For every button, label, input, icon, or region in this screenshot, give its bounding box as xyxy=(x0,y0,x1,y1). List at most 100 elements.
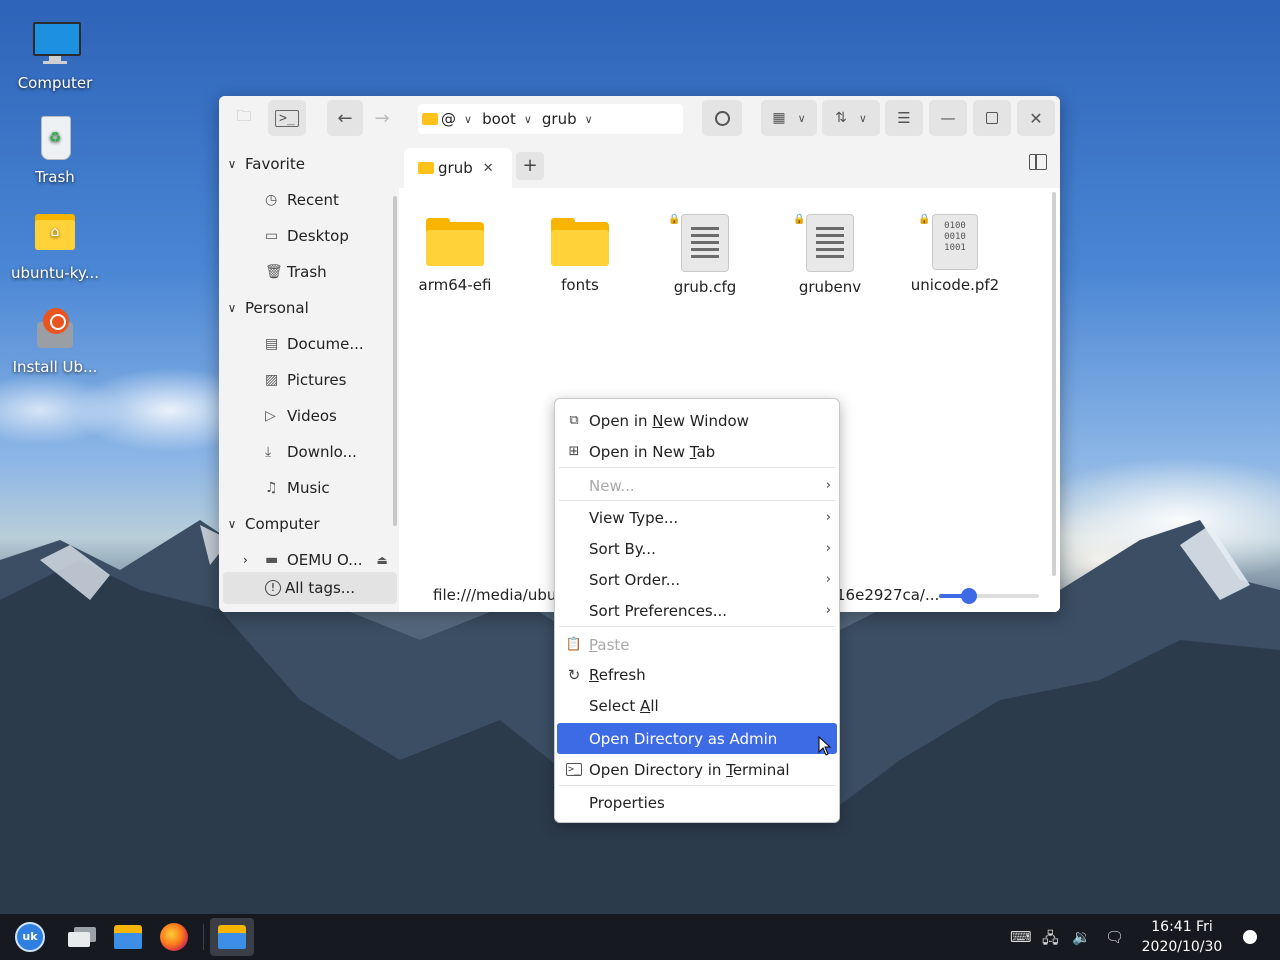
desktop-icon-installer[interactable]: Install Ub... xyxy=(0,304,110,376)
menu-item-open-in-terminal[interactable]: >_ Open Directory in Terminal xyxy=(557,754,837,785)
breadcrumb-label: @ xyxy=(441,110,456,128)
breadcrumb-label: grub xyxy=(541,110,577,128)
menu-item-open-new-tab[interactable]: ⊞ Open in New Tab xyxy=(557,436,837,467)
location-bar[interactable]: @ ∨ boot ∨ grub ∨ xyxy=(418,104,683,134)
tab-grub[interactable]: grub ✕ xyxy=(404,148,512,188)
menu-item-open-new-window[interactable]: ⧉ Open in New Window xyxy=(557,405,837,436)
text-file-icon xyxy=(681,214,729,272)
taskbar-files-launcher[interactable] xyxy=(108,918,148,956)
menu-item-label: Sort Order... xyxy=(589,570,681,589)
sidebar-item-desktop[interactable]: ▭ Desktop xyxy=(219,220,397,252)
back-button[interactable]: ← xyxy=(327,100,363,136)
file-manager-icon xyxy=(218,925,246,949)
close-tab-icon[interactable]: ✕ xyxy=(483,161,494,176)
sidebar-item-music[interactable]: ♫ Music xyxy=(219,472,397,504)
menu-item-open-as-admin[interactable]: Open Directory as Admin xyxy=(557,723,837,754)
network-icon[interactable]: 🖧 xyxy=(1042,928,1059,953)
volume-icon[interactable]: 🔉 xyxy=(1072,928,1091,946)
status-path-tail: 16e2927ca/... xyxy=(836,586,940,604)
menu-item-label: Open Directory as Admin xyxy=(589,729,778,748)
add-tab-button[interactable]: + xyxy=(516,152,544,180)
taskbar-divider xyxy=(203,924,204,950)
sidebar-item-label: Videos xyxy=(287,407,337,425)
menu-item-new[interactable]: New... › xyxy=(557,470,837,501)
terminal-icon: >_ xyxy=(566,763,582,776)
search-icon xyxy=(714,110,730,126)
menu-item-sort-preferences[interactable]: Sort Preferences... › xyxy=(557,595,837,626)
menu-item-sort-by[interactable]: Sort By... › xyxy=(557,533,837,564)
file-name: grubenv xyxy=(798,278,862,296)
breadcrumb-boot[interactable]: boot ∨ xyxy=(482,110,532,128)
new-folder-button[interactable]: 🗀 xyxy=(229,100,259,136)
forward-button[interactable]: → xyxy=(365,100,399,136)
breadcrumb-grub[interactable]: grub ∨ xyxy=(542,110,593,128)
maximize-icon xyxy=(986,112,998,124)
lock-icon: 🔒 xyxy=(793,214,806,225)
night-mode-icon[interactable] xyxy=(1243,930,1257,944)
sidebar-item-trash[interactable]: 🗑 Trash xyxy=(219,256,397,288)
columns-icon xyxy=(1035,155,1037,169)
sidebar-item-documents[interactable]: ▤ Docume... xyxy=(219,328,397,360)
sort-button[interactable]: ⇅ ∨ xyxy=(822,100,880,136)
desktop-icon-label: Install Ub... xyxy=(12,358,98,376)
sidebar-item-label: Pictures xyxy=(287,371,347,389)
start-menu-button[interactable]: uk xyxy=(10,918,50,956)
menu-item-label: Sort By... xyxy=(589,539,656,558)
menu-item-paste[interactable]: 📋 Paste xyxy=(557,629,837,660)
breadcrumb-label: boot xyxy=(482,110,516,128)
binary-glyph: 1001 xyxy=(944,243,966,253)
file-name: unicode.pf2 xyxy=(910,276,1000,294)
drive-icon: ▬ xyxy=(265,552,279,568)
menu-item-view-type[interactable]: View Type... › xyxy=(557,502,837,533)
file-item[interactable]: 🔒 grub.cfg xyxy=(650,214,760,296)
menu-item-properties[interactable]: Properties xyxy=(557,787,837,818)
sidebar-item-all-tags[interactable]: ! All tags... xyxy=(223,572,397,604)
menu-item-select-all[interactable]: Select All xyxy=(557,690,837,721)
notification-icon[interactable]: 🗨 xyxy=(1105,928,1124,946)
file-item[interactable]: arm64-efi xyxy=(400,218,510,294)
eject-icon[interactable]: ⏏ xyxy=(376,553,387,567)
video-icon: ▷ xyxy=(265,408,276,424)
sidebar-item-downloads[interactable]: ⤓ Downlo... xyxy=(219,436,397,468)
desktop-icon-home[interactable]: ⌂ ubuntu-ky... xyxy=(0,210,110,282)
hamburger-icon: ☰ xyxy=(897,109,911,127)
sidebar-scrollbar[interactable] xyxy=(393,196,397,526)
new-tab-icon: ⊞ xyxy=(568,444,580,459)
search-button[interactable] xyxy=(702,100,742,136)
zoom-slider-handle[interactable] xyxy=(961,588,977,604)
breadcrumb-root[interactable]: @ ∨ xyxy=(422,110,472,128)
sidebar-item-recent[interactable]: ◷ Recent xyxy=(219,184,397,216)
minimize-button[interactable]: — xyxy=(929,100,967,136)
menu-item-sort-order[interactable]: Sort Order... › xyxy=(557,564,837,595)
chevron-down-icon: ∨ xyxy=(858,111,867,125)
file-item[interactable]: fonts xyxy=(525,218,635,294)
sidebar-section-personal[interactable]: ∨ Personal xyxy=(219,292,397,324)
taskbar-active-file-manager[interactable] xyxy=(210,918,254,956)
sidebar-section-computer[interactable]: ∨ Computer xyxy=(219,508,397,540)
close-button[interactable]: ✕ xyxy=(1017,100,1055,136)
multitask-view-button[interactable] xyxy=(62,918,102,956)
keyboard-icon[interactable]: ⌨ xyxy=(1010,928,1032,946)
file-item[interactable]: 🔒 0100 0010 1001 unicode.pf2 xyxy=(900,214,1010,294)
clock-time: 16:41 Fri xyxy=(1151,919,1213,935)
maximize-button[interactable] xyxy=(973,100,1011,136)
chevron-down-icon: ∨ xyxy=(227,157,237,171)
content-scrollbar[interactable] xyxy=(1052,192,1056,576)
sidebar-section-favorite[interactable]: ∨ Favorite xyxy=(219,148,397,180)
sidebar-item-pictures[interactable]: ▨ Pictures xyxy=(219,364,397,396)
menu-button[interactable]: ☰ xyxy=(885,100,923,136)
file-item[interactable]: 🔒 grubenv xyxy=(775,214,885,296)
trash-icon: 🗑 xyxy=(265,264,283,280)
desktop-icon-trash[interactable]: ♻ Trash xyxy=(0,114,110,186)
preview-pane-button[interactable] xyxy=(1029,154,1047,170)
desktop-icon-computer[interactable]: Computer xyxy=(0,20,110,92)
clock[interactable]: 16:41 Fri 2020/10/30 xyxy=(1140,917,1224,957)
menu-item-label: New... xyxy=(589,476,635,495)
terminal-button[interactable]: >_ xyxy=(268,100,306,136)
view-mode-button[interactable]: ▦ ∨ xyxy=(761,100,817,136)
lock-icon: 🔒 xyxy=(668,214,681,225)
menu-item-refresh[interactable]: ↻ Refresh xyxy=(557,659,837,690)
sidebar-item-videos[interactable]: ▷ Videos xyxy=(219,400,397,432)
sidebar: ∨ Favorite ◷ Recent ▭ Desktop 🗑 Trash ∨ … xyxy=(219,144,399,612)
taskbar-firefox-launcher[interactable] xyxy=(154,918,194,956)
